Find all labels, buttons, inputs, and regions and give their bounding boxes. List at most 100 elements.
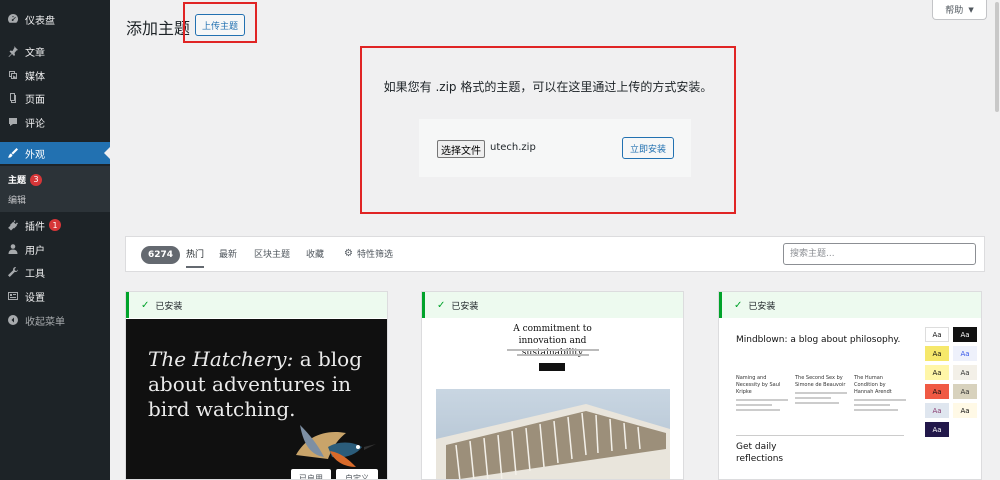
preview-text-line [517,354,589,356]
installed-notice: ✓ 已安装 [422,292,683,318]
install-now-button[interactable]: 立即安装 [622,137,674,159]
pushpin-icon [7,45,19,57]
theme-screenshot: A commitment to innovation and sustainab… [422,319,683,479]
preview-column-title: The Human Condition by Hannah Arendt [854,375,892,395]
style-swatch: Aa [953,327,977,342]
bird-illustration [296,425,376,467]
installed-notice: ✓ 已安装 [719,292,981,318]
caret-down-icon: ▼ [968,5,974,14]
preview-divider [736,435,904,436]
upload-theme-button[interactable]: 上传主题 [195,14,245,36]
page-title: 添加主题 [126,19,191,38]
feature-filter-button[interactable]: ⚙ 特性筛选 [344,247,393,260]
sidebar-item-media[interactable]: 媒体 [0,64,110,86]
sidebar-item-label: 插件 [25,221,45,233]
architecture-photo [436,389,670,479]
sidebar-item-label: 文章 [25,47,45,59]
theme-screenshot: The Hatchery: a blog about adventures in… [126,319,387,479]
preview-footer-text: Get daily reflections [736,442,784,464]
feature-filter-label: 特性筛选 [356,250,393,260]
choose-file-button[interactable]: 选择文件 [437,140,485,158]
checkmark-icon: ✓ [437,299,446,311]
help-label: 帮助 [945,6,964,16]
installed-notice: ✓ 已安装 [126,292,387,318]
preview-italic-text: The Hatchery: [148,347,294,371]
sidebar-item-pages[interactable]: 页面 [0,87,110,109]
update-count-badge: 3 [30,173,43,186]
sidebar-item-label: 工具 [25,268,45,280]
appearance-icon [7,147,19,159]
preview-column: The Human Condition by Hannah Arendt [854,375,906,411]
settings-icon [7,290,19,302]
sidebar-item-tools[interactable]: 工具 [0,261,110,283]
dashboard-icon [7,13,19,25]
style-swatch: Aa [925,346,949,361]
users-icon [7,243,19,255]
style-swatch: Aa [925,365,949,380]
sidebar-item-appearance[interactable]: 外观 [0,142,110,164]
style-swatch: Aa [925,384,949,399]
comments-icon [7,116,19,128]
tab-latest[interactable]: 最新 [219,247,237,260]
installed-label: 已安装 [748,301,776,312]
update-count-badge: 1 [49,219,61,231]
theme-filter-bar: 6274 热门 最新 区块主题 收藏 ⚙ 特性筛选 [125,236,985,272]
activated-button[interactable]: 已启用 [291,469,331,479]
installed-label: 已安装 [451,301,479,312]
installed-label: 已安装 [155,301,183,312]
pages-icon [7,92,19,104]
sidebar-item-settings[interactable]: 设置 [0,285,110,307]
style-swatch: Aa [953,365,977,380]
theme-card[interactable]: ✓ 已安装 A commitment to innovation and sus… [421,291,684,480]
preview-column: The Second Sex by Simone de Beauvoir [795,375,847,404]
page-scrollbar[interactable] [994,0,1000,480]
preview-column: Naming and Necessity by Saul Kripke [736,375,788,411]
help-tab-button[interactable]: 帮助 ▼ [932,0,987,20]
tab-block-themes[interactable]: 区块主题 [254,247,290,260]
sidebar-item-label: 外观 [25,149,45,161]
appearance-submenu: 主题 3 编辑 [0,166,110,212]
checkmark-icon: ✓ [734,299,743,311]
style-swatch: Aa [953,403,977,418]
sidebar-item-dashboard[interactable]: 仪表盘 [0,8,110,30]
tab-popular[interactable]: 热门 [186,247,205,268]
tools-icon [7,266,19,278]
theme-preview-title: Mindblown: a blog about philosophy. [736,335,901,345]
sidebar-item-label: 仪表盘 [25,15,55,27]
theme-count-badge: 6274 [141,246,181,264]
submenu-item-editor[interactable]: 编辑 [8,193,26,206]
building-illustration [436,404,670,479]
style-swatch: Aa [953,384,977,399]
search-themes-input[interactable] [783,243,976,265]
media-icon [7,69,19,81]
tab-favorites[interactable]: 收藏 [306,247,324,260]
preview-column-title: Naming and Necessity by Saul Kripke [736,375,781,395]
customize-button[interactable]: 自定义 [336,469,378,479]
sidebar-item-plugins[interactable]: 插件 1 [0,214,110,236]
selected-file-name: utech.zip [490,142,536,153]
sidebar-item-comments[interactable]: 评论 [0,111,110,133]
plugins-icon [7,219,19,231]
theme-card[interactable]: ✓ 已安装 Mindblown: a blog about philosophy… [718,291,982,480]
submenu-item-label: 编辑 [8,196,27,206]
style-swatch: Aa [925,422,949,437]
collapse-menu-button[interactable]: 收起菜单 [0,309,110,331]
sidebar-item-label: 媒体 [25,71,45,83]
sidebar-item-posts[interactable]: 文章 [0,40,110,62]
submenu-item-label: 主题 [8,176,27,186]
preview-cta-button [539,363,565,371]
style-swatch: Aa [953,346,977,361]
sidebar-item-users[interactable]: 用户 [0,238,110,260]
sidebar-item-label: 页面 [25,94,45,106]
scrollbar-thumb[interactable] [995,2,999,112]
current-menu-arrow [104,147,110,159]
theme-card[interactable]: ✓ 已安装 The Hatchery: a blog about adventu… [125,291,388,480]
style-swatch: Aa [925,403,949,418]
submenu-item-themes[interactable]: 主题 3 [8,173,43,186]
sidebar-item-label: 设置 [25,292,45,304]
sidebar-item-label: 评论 [25,118,45,130]
theme-screenshot: Mindblown: a blog about philosophy. Nami… [719,319,981,479]
admin-sidebar: 仪表盘 文章 媒体 页面 评论 外观 主题 3 编辑 插件 1 用户 工具 设置… [0,0,110,480]
preview-text-line [507,349,599,351]
collapse-icon [7,314,19,326]
